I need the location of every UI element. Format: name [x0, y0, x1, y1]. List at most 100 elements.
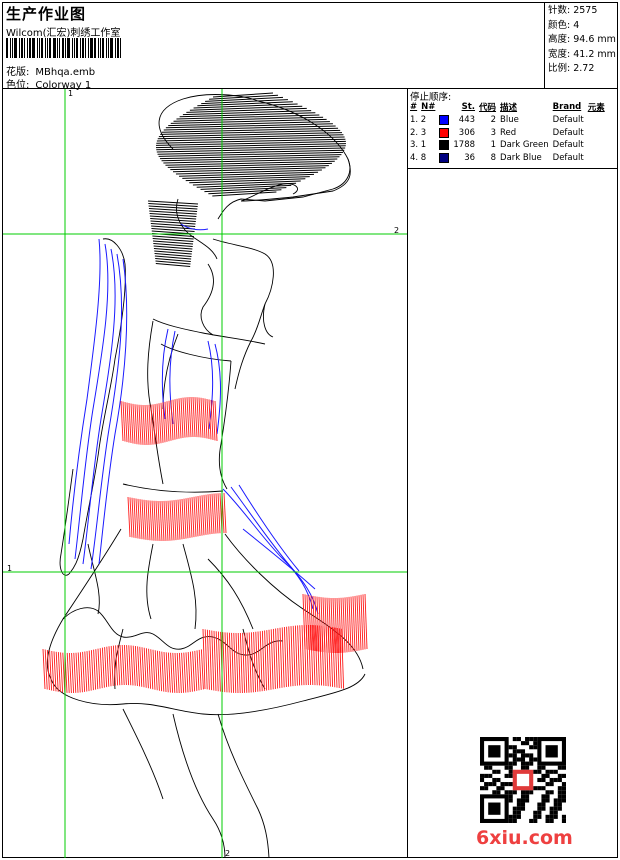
hair-stitch — [173, 116, 324, 122]
red-satin-stitch — [210, 399, 214, 440]
col-header: 代码 — [479, 103, 497, 113]
table-row: 3. 1 1788 1 Dark Green Default — [409, 139, 608, 152]
hair-stitch — [158, 132, 342, 138]
qr-code — [480, 737, 566, 823]
red-satin-stitch — [121, 644, 125, 686]
red-satin-stitch — [204, 398, 208, 439]
red-satin-stitch — [270, 629, 274, 690]
hair-stitch — [185, 176, 310, 182]
stitch-count: 36 — [464, 152, 476, 163]
red-satin-stitch — [253, 632, 257, 693]
qr-module — [537, 810, 542, 815]
qr-module — [553, 810, 558, 815]
qr-module — [541, 777, 546, 783]
qr-module — [520, 806, 526, 811]
qr-module — [553, 777, 558, 783]
barcode-bar — [115, 38, 116, 58]
barcode-bar — [62, 38, 64, 58]
color-description: Dark Green — [500, 140, 549, 151]
red-satin-stitch — [90, 650, 94, 691]
qr-module — [508, 753, 513, 758]
red-satin-stitch — [110, 645, 114, 686]
qr-module — [553, 814, 558, 819]
red-satin-stitch — [277, 628, 281, 689]
qr-module — [529, 790, 534, 795]
hair-stitch — [172, 167, 326, 173]
red-satin-stitch — [302, 593, 306, 650]
qr-module — [516, 810, 521, 815]
thread-color-swatch — [439, 140, 450, 150]
qr-module — [537, 786, 542, 791]
barcode-bar — [65, 38, 66, 58]
color-description: Red — [500, 127, 517, 138]
element — [587, 114, 608, 127]
red-satin-stitch — [200, 397, 204, 438]
red-satin-stitch — [173, 500, 177, 541]
table-row: 2. 3 306 3 Red Default — [409, 127, 608, 140]
qr-module — [549, 790, 554, 795]
red-satin-stitch — [360, 594, 364, 650]
brand: Default — [552, 115, 584, 126]
hair-stitch — [158, 151, 344, 157]
red-satin-stitch — [159, 500, 163, 542]
guide-label-v1: 1 — [68, 89, 74, 98]
qr-module — [529, 753, 534, 758]
qr-module — [561, 818, 566, 823]
red-satin-stitch — [166, 401, 170, 442]
red-satin-stitch — [165, 500, 169, 541]
qr-module — [525, 737, 530, 742]
barcode-bar — [108, 38, 109, 58]
red-satin-stitch — [82, 651, 86, 692]
qr-module — [561, 773, 566, 778]
red-satin-stitch — [128, 403, 132, 444]
barcode-bar — [74, 38, 75, 58]
hair-stitch — [170, 165, 329, 171]
col-header: St. — [461, 102, 476, 112]
table-row: 1. 2 443 2 Blue Default — [409, 114, 608, 127]
panel-divider — [407, 88, 408, 858]
red-satin-stitch — [288, 626, 292, 687]
qr-module — [484, 782, 489, 787]
qr-module — [557, 794, 562, 799]
red-satin-stitch — [196, 650, 200, 691]
red-satin-stitch — [134, 404, 138, 445]
red-satin-stitch — [237, 632, 241, 694]
red-satin-stitch — [140, 404, 144, 445]
qr-module — [557, 790, 562, 795]
red-satin-stitch — [250, 632, 254, 693]
qr-module — [520, 761, 526, 766]
barcode-bar — [100, 38, 101, 58]
red-satin-stitch — [190, 396, 194, 438]
red-satin-stitch — [193, 496, 197, 537]
red-satin-stitch — [174, 399, 178, 440]
barcode-bar — [85, 38, 86, 58]
barcode-bar — [117, 38, 119, 58]
qr-module — [512, 790, 517, 795]
red-satin-stitch — [159, 651, 163, 692]
red-satin-stitch — [167, 500, 171, 541]
red-satin-stitch — [75, 652, 79, 693]
qr-module — [492, 769, 497, 774]
red-satin-stitch — [184, 397, 188, 438]
red-satin-stitch — [123, 644, 127, 686]
hair-stitch — [170, 118, 327, 124]
qr-module — [561, 790, 566, 795]
red-satin-stitch — [181, 652, 185, 693]
barcode-bar — [32, 38, 35, 58]
red-satin-stitch — [178, 398, 182, 439]
red-satin-stitch — [161, 500, 165, 542]
qr-module — [537, 802, 542, 807]
red-satin-stitch — [290, 626, 294, 687]
qr-module — [508, 745, 513, 750]
red-satin-stitch — [364, 593, 368, 650]
red-satin-stitch — [55, 651, 59, 692]
red-satin-stitch — [208, 399, 212, 440]
hair-stitch — [165, 123, 333, 129]
qr-module — [545, 782, 550, 787]
hair-stitch — [179, 112, 316, 118]
barcode-bar — [45, 38, 46, 58]
qr-module — [561, 782, 566, 787]
red-satin-stitch — [239, 632, 243, 693]
red-satin-stitch — [346, 597, 350, 653]
color-sequence-table: # N# St. 代码 描述 Brand 元素 1. 2 443 2 Blue Defa… — [409, 101, 608, 164]
